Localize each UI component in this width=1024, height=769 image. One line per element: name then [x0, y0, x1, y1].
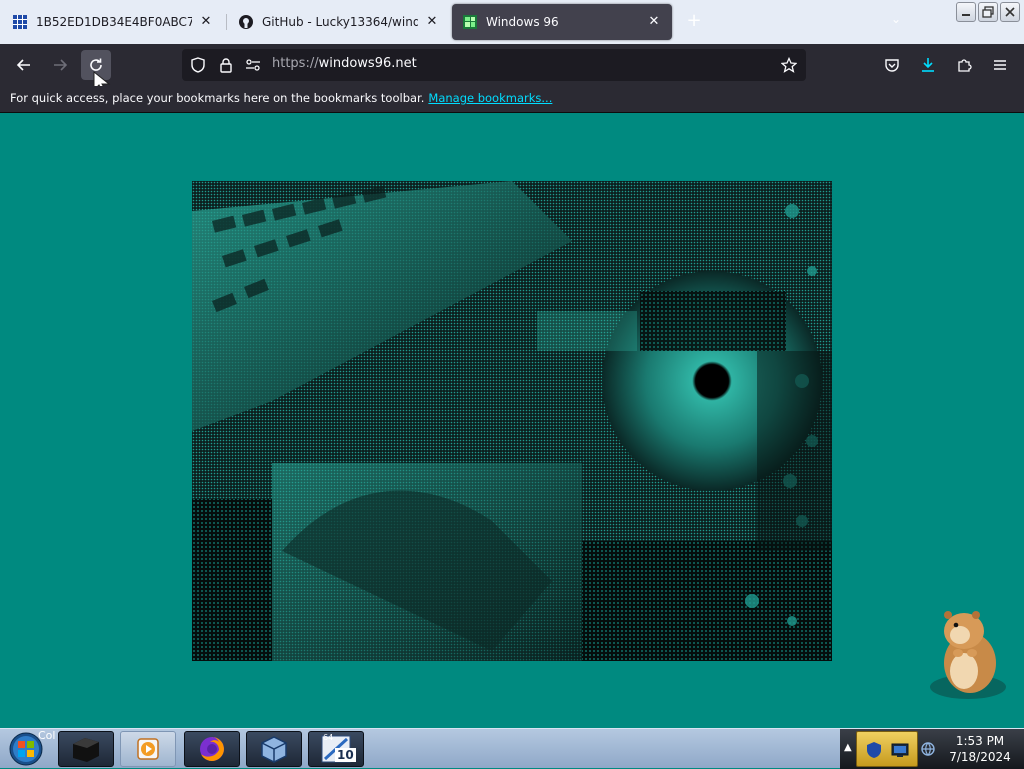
- system-tray: ▲ 1:53 PM 7/18/2024: [840, 729, 1024, 769]
- tab-title: Windows 96: [486, 15, 559, 29]
- clock-date: 7/18/2024: [949, 750, 1011, 764]
- new-tab-button[interactable]: +: [684, 12, 704, 32]
- taskbar-virtualbox-button[interactable]: [246, 731, 302, 767]
- restore-button[interactable]: [978, 2, 998, 22]
- windows96-icon: [462, 14, 478, 30]
- arrow-left-icon: [16, 59, 30, 71]
- taskbar-media-player-button[interactable]: [120, 731, 176, 767]
- address-bar[interactable]: https://windows96.net: [182, 49, 806, 81]
- clock-time: 1:53 PM: [955, 734, 1005, 748]
- downloads-button[interactable]: [913, 50, 943, 80]
- download-icon: [922, 58, 934, 72]
- url-host: windows96.net: [318, 56, 417, 71]
- close-icon[interactable]: ✕: [424, 14, 440, 30]
- extensions-button[interactable]: [949, 50, 979, 80]
- arrow-right-icon: [54, 59, 68, 71]
- tab-strip: 1B52ED1DB34E4BF0ABC755BEE ✕ GitHub - Luc…: [0, 0, 1024, 44]
- puzzle-icon: [958, 59, 972, 72]
- taskbar-app-10-button[interactable]: 64 10: [308, 731, 364, 767]
- firefox-icon: [200, 737, 224, 761]
- close-icon[interactable]: ✕: [198, 14, 214, 30]
- virtualbox-icon: [261, 736, 287, 763]
- taskbar-firefox-button[interactable]: [184, 731, 240, 767]
- show-hidden-icons-button[interactable]: ▲: [844, 742, 852, 753]
- tab-1b52[interactable]: 1B52ED1DB34E4BF0ABC755BEE ✕: [2, 4, 224, 40]
- bookmarks-toolbar: For quick access, place your bookmarks h…: [0, 86, 1024, 113]
- bookmark-star-icon[interactable]: [780, 56, 798, 74]
- close-window-button[interactable]: [1000, 2, 1020, 22]
- hamburger-icon: [994, 60, 1006, 70]
- app-badge-top: 64: [323, 733, 334, 742]
- network-icon[interactable]: [891, 741, 909, 759]
- globe-icon[interactable]: [920, 741, 936, 757]
- hamster-icon[interactable]: [924, 601, 1006, 701]
- lock-icon[interactable]: [217, 56, 235, 74]
- pocket-button[interactable]: [877, 50, 907, 80]
- tab-github[interactable]: GitHub - Lucky13364/windows ✕: [228, 4, 450, 40]
- grid-icon: [12, 14, 28, 30]
- tab-title: 1B52ED1DB34E4BF0ABC755BEE: [36, 15, 192, 29]
- tray-selected-area[interactable]: [856, 731, 918, 767]
- tab-windows96[interactable]: Windows 96 ✕: [452, 4, 672, 40]
- page-content: [0, 113, 1024, 728]
- start-label: Col: [38, 729, 56, 742]
- manage-bookmarks-link[interactable]: Manage bookmarks...: [428, 91, 552, 105]
- back-button[interactable]: [9, 50, 39, 80]
- tab-separator: [226, 14, 227, 30]
- permissions-icon[interactable]: [244, 56, 262, 74]
- github-icon: [238, 14, 254, 30]
- shield-icon[interactable]: [189, 56, 207, 74]
- window-controls: [956, 2, 1020, 22]
- dithered-collage-image: [192, 181, 832, 661]
- security-icon[interactable]: [865, 741, 883, 759]
- app-badge: 10: [335, 748, 356, 762]
- taskbar-terminal-button[interactable]: [58, 731, 114, 767]
- list-all-tabs-button[interactable]: ⌄: [886, 12, 906, 32]
- menu-button[interactable]: [985, 50, 1015, 80]
- media-player-icon: [137, 738, 159, 760]
- black-box-icon: [73, 738, 99, 762]
- url-protocol: https://: [272, 56, 319, 71]
- navigation-toolbar: https://windows96.net: [0, 44, 1024, 94]
- forward-button[interactable]: [45, 50, 75, 80]
- taskbar: Col 64 10 ▲ 1:53 PM 7/18/2024: [0, 728, 1024, 769]
- bookmarks-hint: For quick access, place your bookmarks h…: [10, 91, 425, 105]
- minimize-button[interactable]: [956, 2, 976, 22]
- tab-title: GitHub - Lucky13364/windows: [262, 15, 418, 29]
- url-text[interactable]: https://windows96.net: [272, 56, 417, 71]
- pocket-icon: [885, 59, 899, 72]
- close-icon[interactable]: ✕: [646, 14, 662, 30]
- system-clock[interactable]: 1:53 PM 7/18/2024: [940, 733, 1020, 765]
